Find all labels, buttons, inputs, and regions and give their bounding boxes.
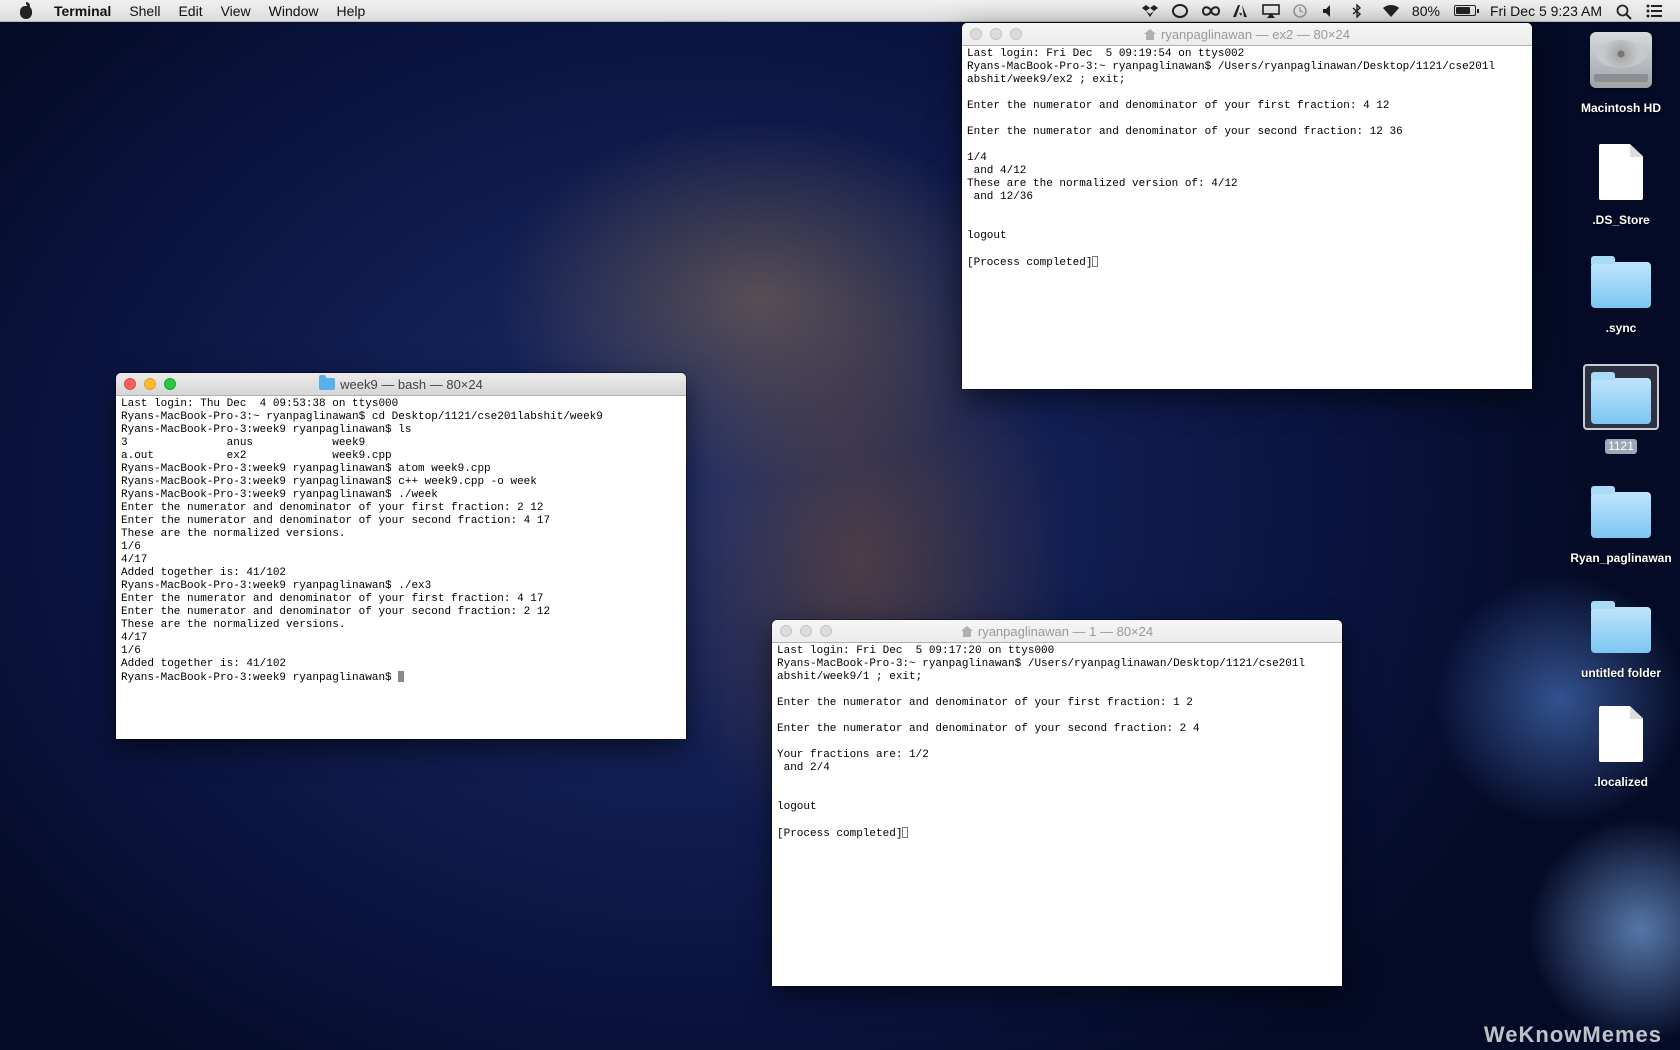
creative-cloud-icon[interactable] <box>1201 4 1220 18</box>
window-titlebar[interactable]: ryanpaglinawan — 1 — 80×24 <box>772 620 1342 643</box>
terminal-output[interactable]: Last login: Fri Dec 5 09:19:54 on ttys00… <box>962 46 1532 272</box>
zoom-button[interactable] <box>164 378 176 390</box>
home-icon <box>1144 28 1156 40</box>
hard-drive-icon <box>1590 32 1652 88</box>
document-icon <box>1599 144 1643 200</box>
desktop-icon-macintosh-hd[interactable]: Macintosh HD <box>1566 28 1676 117</box>
desktop-icon-untitled-folder[interactable]: untitled folder <box>1566 595 1676 682</box>
text-cursor <box>902 827 909 838</box>
folder-icon <box>1591 372 1651 424</box>
folder-icon <box>319 375 336 390</box>
terminal-window-ex2[interactable]: ryanpaglinawan — ex2 — 80×24 Last login:… <box>962 23 1532 389</box>
apple-menu-icon[interactable] <box>18 1 34 20</box>
minimize-button[interactable] <box>990 28 1002 40</box>
app-icon[interactable] <box>1171 3 1188 18</box>
menu-shell[interactable]: Shell <box>129 3 160 19</box>
desktop-icon-localized[interactable]: .localized <box>1566 702 1676 791</box>
menu-help[interactable]: Help <box>336 3 365 19</box>
desktop-icon-1121[interactable]: 1121 <box>1566 364 1676 455</box>
menu-clock[interactable]: Fri Dec 5 9:23 AM <box>1490 3 1602 19</box>
terminal-text: Last login: Fri Dec 5 09:19:54 on ttys00… <box>967 48 1496 269</box>
window-titlebar[interactable]: week9 — bash — 80×24 <box>116 373 686 396</box>
battery-icon[interactable] <box>1453 5 1479 16</box>
spotlight-search-icon[interactable] <box>1616 4 1632 20</box>
menu-window[interactable]: Window <box>269 3 319 19</box>
desktop-icon-ryan-paglinawan[interactable]: Ryan_paglinawan <box>1566 480 1676 567</box>
window-title: ryanpaglinawan — ex2 — 80×24 <box>1161 26 1350 42</box>
close-button[interactable] <box>780 625 792 637</box>
terminal-output[interactable]: Last login: Thu Dec 4 09:53:38 on ttys00… <box>116 396 686 687</box>
watermark: WeKnowMemes <box>1483 1022 1662 1047</box>
terminal-window-1[interactable]: ryanpaglinawan — 1 — 80×24 Last login: F… <box>772 620 1342 986</box>
volume-icon[interactable] <box>1322 4 1338 18</box>
bluetooth-icon[interactable] <box>1352 2 1368 19</box>
window-title: week9 — bash — 80×24 <box>340 376 483 392</box>
window-title: ryanpaglinawan — 1 — 80×24 <box>977 623 1154 639</box>
zoom-button[interactable] <box>1010 28 1022 40</box>
dropbox-icon[interactable] <box>1141 4 1158 18</box>
document-icon <box>1599 706 1643 762</box>
desktop-icon-ds-store[interactable]: .DS_Store <box>1566 140 1676 229</box>
menu-app-terminal[interactable]: Terminal <box>54 3 111 19</box>
text-cursor <box>398 671 405 682</box>
folder-icon <box>1591 486 1651 538</box>
menu-edit[interactable]: Edit <box>178 3 202 19</box>
minimize-button[interactable] <box>800 625 812 637</box>
text-cursor <box>1092 256 1099 267</box>
airplay-icon[interactable] <box>1262 3 1280 18</box>
battery-level-fill <box>1455 7 1470 14</box>
folder-icon <box>1591 601 1651 653</box>
adobe-icon[interactable] <box>1232 4 1248 18</box>
menu-bar: Terminal Shell Edit View Window Help 80% <box>0 0 1680 22</box>
window-titlebar[interactable]: ryanpaglinawan — ex2 — 80×24 <box>962 23 1532 46</box>
terminal-text: Last login: Thu Dec 4 09:53:38 on ttys00… <box>121 398 603 684</box>
zoom-button[interactable] <box>820 625 832 637</box>
terminal-text: Last login: Fri Dec 5 09:17:20 on ttys00… <box>777 645 1306 840</box>
terminal-output[interactable]: Last login: Fri Dec 5 09:17:20 on ttys00… <box>772 643 1342 843</box>
battery-percent[interactable]: 80% <box>1412 3 1440 19</box>
close-button[interactable] <box>124 378 136 390</box>
wifi-icon[interactable] <box>1382 4 1399 18</box>
home-icon <box>960 625 973 637</box>
time-machine-icon[interactable] <box>1292 3 1308 18</box>
notification-center-icon[interactable] <box>1646 4 1662 18</box>
close-button[interactable] <box>970 28 982 40</box>
minimize-button[interactable] <box>144 378 156 390</box>
desktop-icon-sync[interactable]: .sync <box>1566 250 1676 337</box>
folder-icon <box>1591 256 1651 308</box>
menu-view[interactable]: View <box>221 3 251 19</box>
terminal-window-week9[interactable]: week9 — bash — 80×24 Last login: Thu Dec… <box>116 373 686 739</box>
